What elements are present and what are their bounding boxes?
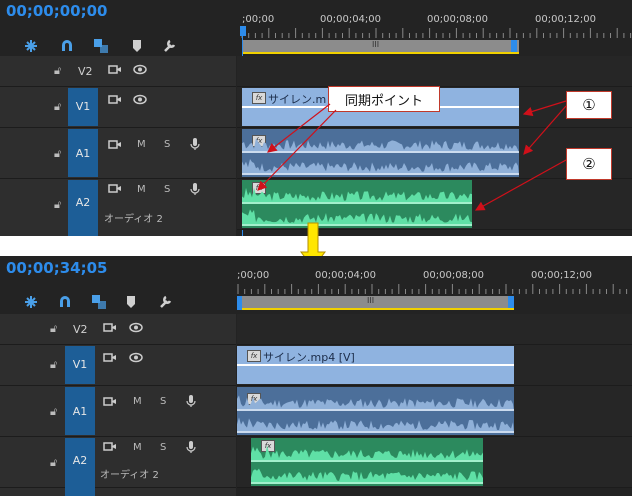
clip-label: サイレン.mp4 [V] — [263, 351, 355, 364]
work-area-start-handle[interactable] — [237, 296, 242, 310]
video-clip-siren[interactable]: fx サイレン.mp4 [V] — [237, 346, 514, 384]
marker-icon[interactable] — [122, 293, 140, 311]
time-ruler[interactable] — [236, 282, 632, 294]
ruler-label: 00;00;04;00 — [315, 270, 377, 281]
track-name-v1: V1 — [72, 358, 88, 371]
camera-icon[interactable] — [103, 352, 117, 363]
track-v2[interactable] — [237, 314, 632, 345]
lock-icon[interactable]: 🔓︎ — [50, 358, 57, 372]
track-header-a1 — [0, 386, 236, 437]
wrench-icon[interactable] — [156, 293, 174, 311]
camera-icon[interactable] — [103, 322, 117, 333]
lock-icon[interactable]: 🔓︎ — [50, 322, 57, 336]
mic-icon[interactable] — [186, 394, 196, 408]
audio-clip-a1[interactable]: fx — [237, 387, 514, 435]
track-header-v1 — [0, 345, 236, 386]
lock-icon[interactable]: 🔓︎ — [50, 405, 57, 419]
track-name-v2: V2 — [73, 323, 88, 336]
ruler-label: ;00;00 — [237, 270, 270, 281]
snap-icon[interactable] — [22, 293, 40, 311]
timeline-panel-after: 00;00;34;05 ;00;00 00;00;04;00 00;00;08;… — [0, 256, 632, 496]
solo-button[interactable]: S — [160, 396, 166, 407]
waveform — [251, 445, 483, 484]
waveform — [237, 395, 514, 433]
magnet-icon[interactable] — [56, 293, 74, 311]
mute-button[interactable]: M — [133, 442, 142, 453]
track-name-a2: A2 — [72, 454, 88, 467]
mute-button[interactable]: M — [133, 396, 142, 407]
timeline-panel-before: 00;00;00;00 ;00;00 00;00;04;00 00;00;08;… — [0, 0, 632, 236]
work-area-underline — [237, 308, 514, 310]
eye-icon[interactable] — [129, 322, 143, 333]
solo-button[interactable]: S — [160, 442, 166, 453]
camera-icon[interactable] — [103, 441, 117, 452]
work-area-bar[interactable]: III — [237, 296, 514, 308]
camera-icon[interactable] — [103, 396, 117, 407]
playhead-timecode[interactable]: 00;00;34;05 — [6, 259, 108, 277]
track-header-a3 — [0, 488, 236, 496]
work-area-end-handle[interactable] — [508, 296, 514, 308]
track-header-v2 — [0, 314, 236, 345]
audio-clip-a2[interactable]: fx — [251, 438, 483, 486]
lock-icon[interactable]: 🔓︎ — [50, 456, 57, 470]
eye-icon[interactable] — [129, 352, 143, 363]
annotation-arrows — [257, 100, 567, 211]
mic-icon[interactable] — [186, 440, 196, 454]
track-target-a3[interactable] — [65, 488, 95, 496]
track-audio-name: オーディオ 2 — [100, 470, 159, 481]
fx-badge[interactable]: fx — [247, 350, 261, 362]
ruler-label: 00;00;08;00 — [423, 270, 485, 281]
track-name-a1: A1 — [72, 405, 88, 418]
track-target-a1[interactable]: A1 — [65, 387, 95, 435]
ruler-label: 00;00;12;00 — [531, 270, 593, 281]
track-target-v1[interactable]: V1 — [65, 346, 95, 384]
linked-selection-icon[interactable] — [90, 293, 108, 311]
